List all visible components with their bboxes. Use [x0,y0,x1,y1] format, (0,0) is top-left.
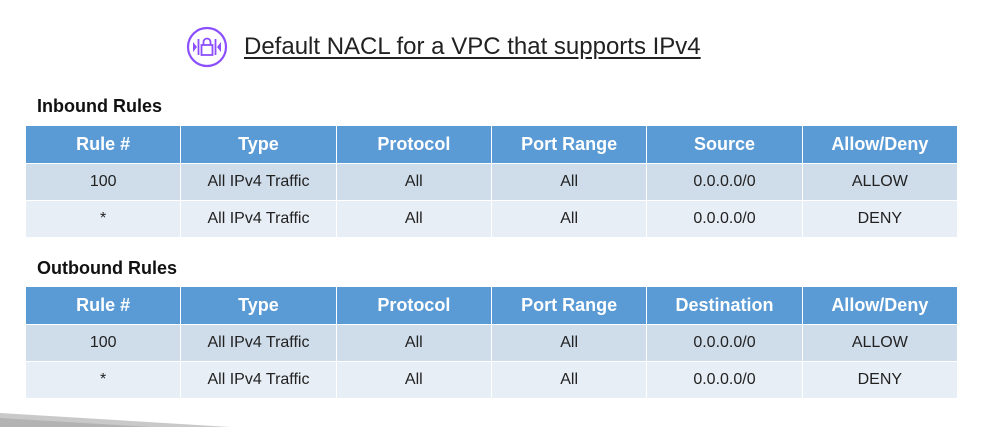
column-header-port-range: Port Range [490,286,648,325]
port-range-cell: All [490,200,648,238]
table-header-row: Rule # Type Protocol Port Range Source A… [24,125,959,164]
network-acl-icon [186,26,228,68]
allow-deny-cell: ALLOW [801,324,959,362]
table-header-row: Rule # Type Protocol Port Range Destinat… [24,286,959,325]
protocol-cell: All [335,361,492,399]
port-range-cell: All [490,324,648,362]
type-cell: All IPv4 Traffic [180,324,337,362]
allow-deny-cell: DENY [801,200,959,238]
destination-cell: 0.0.0.0/0 [646,324,803,362]
column-header-destination: Destination [646,286,803,325]
rule-number-cell: * [24,361,182,399]
inbound-rules-table: Rule # Type Protocol Port Range Source A… [24,125,959,238]
allow-deny-cell: DENY [801,361,959,399]
protocol-cell: All [335,163,492,201]
page-title: Default NACL for a VPC that supports IPv… [244,33,701,60]
source-cell: 0.0.0.0/0 [646,200,803,238]
title-row: Default NACL for a VPC that supports IPv… [186,24,701,70]
type-cell: All IPv4 Traffic [180,163,337,201]
table-row: 100 All IPv4 Traffic All All 0.0.0.0/0 A… [24,163,959,201]
rule-number-cell: 100 [24,163,182,201]
source-cell: 0.0.0.0/0 [646,163,803,201]
column-header-allow-deny: Allow/Deny [801,286,959,325]
column-header-source: Source [646,125,803,164]
type-cell: All IPv4 Traffic [180,200,337,238]
column-header-protocol: Protocol [335,125,492,164]
column-header-rule-number: Rule # [24,286,182,325]
allow-deny-cell: ALLOW [801,163,959,201]
decorative-slide-shape [0,413,230,427]
outbound-rules-table: Rule # Type Protocol Port Range Destinat… [24,286,959,399]
column-header-protocol: Protocol [335,286,492,325]
type-cell: All IPv4 Traffic [180,361,337,399]
outbound-rules-label: Outbound Rules [37,258,177,278]
rule-number-cell: * [24,200,182,238]
column-header-type: Type [180,286,337,325]
protocol-cell: All [335,200,492,238]
inbound-rules-label: Inbound Rules [37,96,162,116]
protocol-cell: All [335,324,492,362]
table-row: * All IPv4 Traffic All All 0.0.0.0/0 DEN… [24,361,959,399]
column-header-type: Type [180,125,337,164]
port-range-cell: All [490,361,648,399]
port-range-cell: All [490,163,648,201]
column-header-allow-deny: Allow/Deny [801,125,959,164]
column-header-port-range: Port Range [490,125,648,164]
rule-number-cell: 100 [24,324,182,362]
column-header-rule-number: Rule # [24,125,182,164]
destination-cell: 0.0.0.0/0 [646,361,803,399]
table-row: * All IPv4 Traffic All All 0.0.0.0/0 DEN… [24,200,959,238]
table-row: 100 All IPv4 Traffic All All 0.0.0.0/0 A… [24,324,959,362]
